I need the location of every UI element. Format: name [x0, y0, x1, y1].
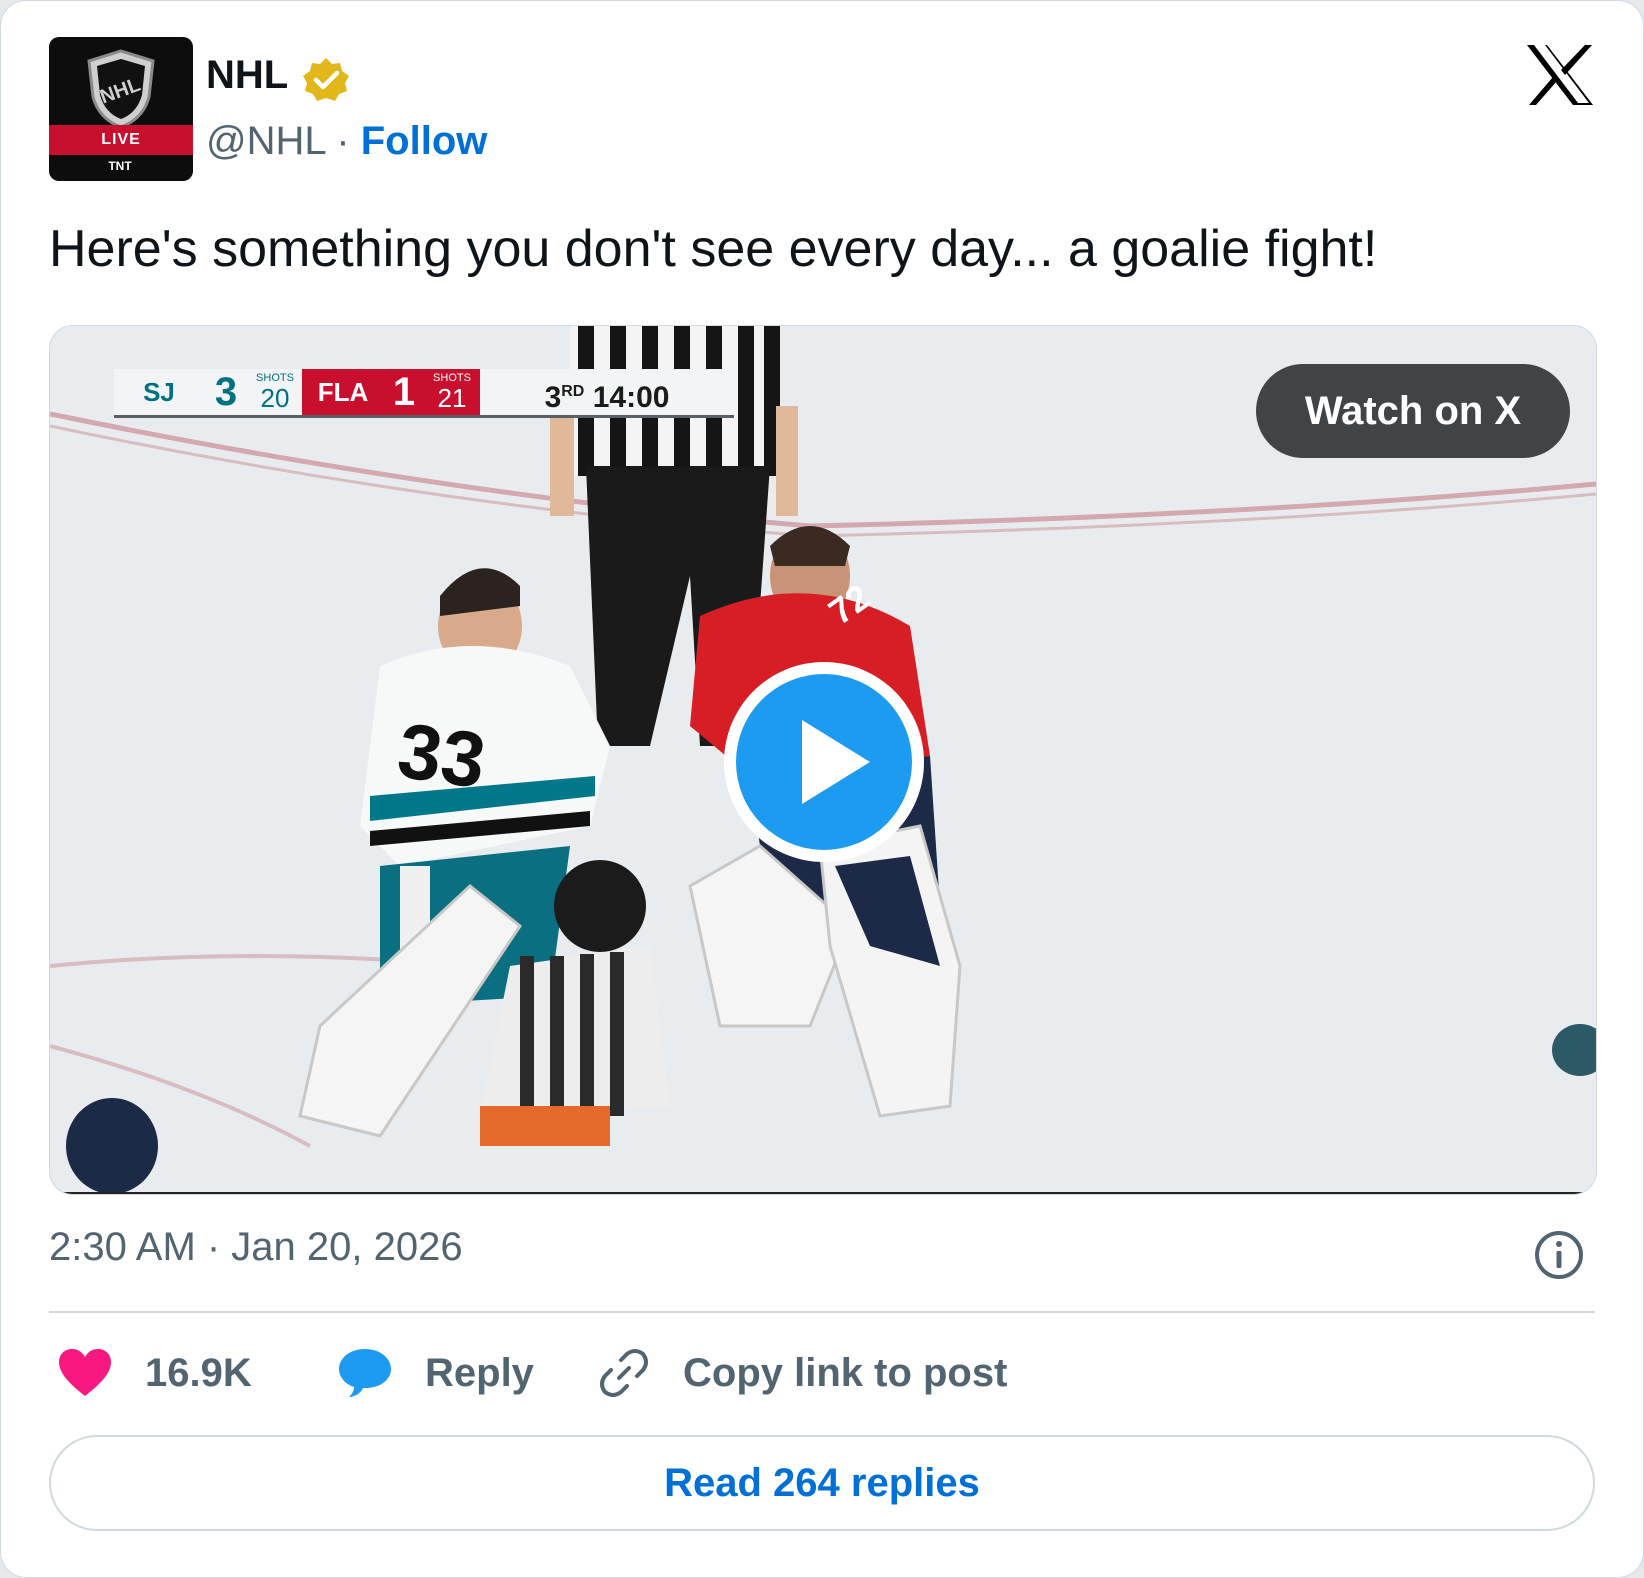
- game-clock: 14:00: [592, 381, 670, 414]
- scorebug-period-clock: 3RD 14:00: [480, 369, 734, 415]
- scorebug: SJ 3 SHOTS 20 FLA 1 SHOTS 21 3RD 14:00: [114, 369, 734, 415]
- link-icon: [600, 1349, 648, 1397]
- video-player[interactable]: 33 72 SJ 3 SHOTS 20 FLA 1 SHOTS 21 3RD 1…: [49, 325, 1597, 1195]
- read-replies-button[interactable]: Read 264 replies: [49, 1435, 1595, 1531]
- verified-badge-icon: [303, 58, 349, 101]
- scorebug-shots-a: SHOTS 20: [248, 369, 302, 415]
- separator: ·: [336, 119, 350, 163]
- x-logo-icon[interactable]: [1525, 43, 1595, 107]
- embedded-post-card: NHL LIVE TNT NHL @NHL · Follow Here's so…: [0, 0, 1644, 1578]
- period-suffix: RD: [561, 383, 585, 400]
- like-button[interactable]: 16.9K: [57, 1343, 252, 1403]
- copy-link-label: Copy link to post: [683, 1350, 1008, 1395]
- avatar-network-label: TNT: [108, 159, 132, 173]
- handle-row: @NHL · Follow: [206, 119, 487, 164]
- scorebug-team-b: FLA: [302, 369, 384, 415]
- reply-label: Reply: [425, 1350, 534, 1395]
- scorebug-team-a: SJ: [114, 369, 204, 415]
- author-handle[interactable]: @NHL: [206, 119, 325, 163]
- shots-value: 20: [260, 383, 290, 413]
- shots-value: 21: [437, 383, 467, 413]
- heart-icon: [59, 1349, 111, 1396]
- svg-text:33: 33: [393, 706, 491, 805]
- scorebug-shots-b: SHOTS 21: [424, 369, 480, 415]
- avatar[interactable]: NHL LIVE TNT: [49, 37, 193, 181]
- info-icon[interactable]: [1533, 1229, 1585, 1281]
- scorebug-score-a: 3: [204, 369, 248, 415]
- scorebug-score-b: 1: [384, 369, 424, 415]
- copy-link-button[interactable]: Copy link to post: [597, 1343, 1007, 1403]
- nhl-shield-icon: NHL: [87, 49, 155, 129]
- play-button[interactable]: [724, 662, 924, 862]
- period-number: 3: [544, 381, 562, 414]
- follow-button[interactable]: Follow: [361, 119, 488, 163]
- reply-button[interactable]: Reply: [337, 1343, 534, 1403]
- speech-bubble-icon: [339, 1349, 391, 1397]
- play-button-circle: [736, 674, 912, 850]
- avatar-live-label: LIVE: [49, 125, 193, 155]
- post-timestamp[interactable]: 2:30 AM · Jan 20, 2026: [49, 1225, 463, 1270]
- divider: [49, 1311, 1595, 1313]
- author-name[interactable]: NHL: [206, 53, 288, 98]
- post-text: Here's something you don't see every day…: [49, 220, 1378, 278]
- play-icon: [802, 720, 870, 804]
- like-count: 16.9K: [145, 1350, 252, 1395]
- watch-on-x-button[interactable]: Watch on X: [1256, 364, 1570, 458]
